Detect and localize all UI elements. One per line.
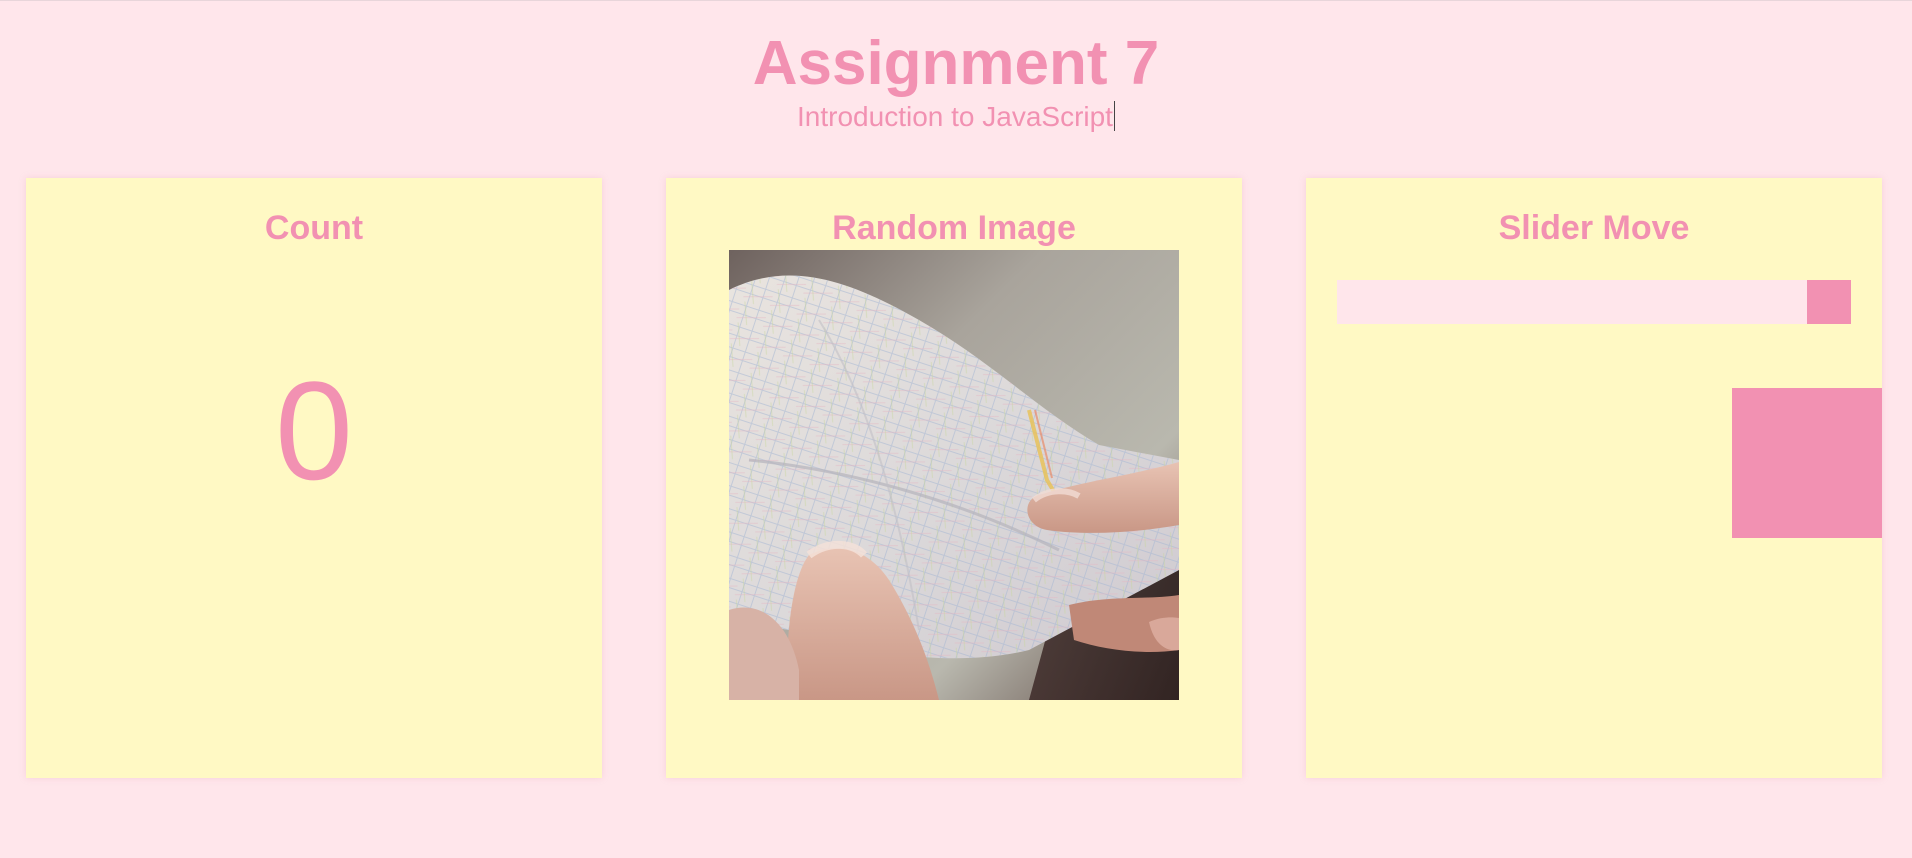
slider-thumb[interactable]	[1807, 280, 1851, 324]
slider-card-title: Slider Move	[1498, 209, 1690, 247]
page-title: Assignment 7	[752, 29, 1160, 98]
count-card-title: Count	[264, 209, 364, 247]
text-caret	[1113, 101, 1115, 131]
random-image-card: Random Image	[666, 178, 1242, 778]
map-photo-illustration	[729, 250, 1179, 700]
slider-card: Slider Move	[1306, 178, 1882, 778]
count-card: Count 0	[26, 178, 602, 778]
top-divider	[0, 0, 1912, 1]
count-value[interactable]: 0	[26, 356, 602, 506]
slider-track[interactable]	[1337, 280, 1851, 324]
random-image[interactable]	[729, 250, 1179, 700]
moving-box	[1732, 388, 1882, 538]
subtitle-text: Introduction to JavaScript	[797, 101, 1113, 132]
page-subtitle: Introduction to JavaScript	[0, 100, 1912, 134]
random-image-card-title: Random Image	[832, 209, 1076, 247]
